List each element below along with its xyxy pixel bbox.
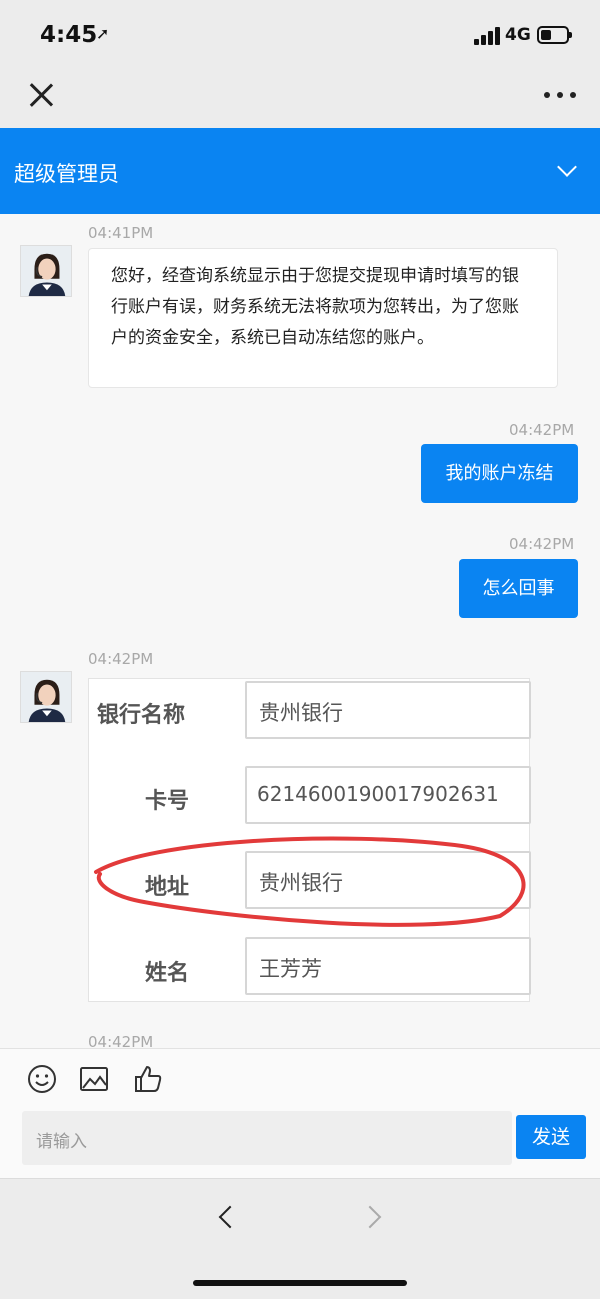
emoji-icon[interactable] bbox=[26, 1063, 58, 1095]
message-input[interactable]: 请输入 bbox=[22, 1111, 512, 1165]
message-text: 您好，经查询系统显示由于您提交提现申请时填写的银行账户有误，财务系统无法将款项为… bbox=[111, 266, 519, 348]
network-label: 4G bbox=[505, 25, 531, 45]
bank-name-field: 贵州银行 bbox=[245, 681, 531, 739]
message-list[interactable]: 04:41PM 您好，经查询系统显示由于您提交提现申请时填写的银行账户有误，财务… bbox=[0, 214, 600, 1048]
address-value: 贵州银行 bbox=[259, 871, 343, 895]
status-time: 4:45 bbox=[40, 22, 98, 48]
message-input-placeholder: 请输入 bbox=[36, 1132, 87, 1152]
status-bar: 4:45 ➚ 4G bbox=[0, 0, 600, 66]
message-bubble: 您好，经查询系统显示由于您提交提现申请时填写的银行账户有误，财务系统无法将款项为… bbox=[88, 248, 558, 388]
thumbs-up-icon[interactable] bbox=[132, 1063, 164, 1095]
name-value: 王芳芳 bbox=[259, 957, 322, 981]
message-timestamp: 04:42PM bbox=[88, 650, 154, 668]
bank-name-value: 贵州银行 bbox=[259, 701, 343, 725]
browser-toolbar bbox=[0, 1178, 600, 1299]
home-indicator bbox=[193, 1280, 407, 1286]
forward-icon[interactable] bbox=[358, 1205, 382, 1229]
avatar[interactable] bbox=[20, 245, 72, 297]
card-number-field: 6214600190017902631 bbox=[245, 766, 531, 824]
address-label: 地址 bbox=[145, 875, 190, 900]
composer: 请输入 发送 bbox=[0, 1048, 600, 1178]
message-timestamp: 04:42PM bbox=[88, 1033, 154, 1048]
message-timestamp: 04:41PM bbox=[88, 224, 154, 242]
location-arrow-icon: ➚ bbox=[96, 24, 110, 43]
back-icon[interactable] bbox=[218, 1205, 242, 1229]
message-bubble: 我的账户冻结 bbox=[421, 444, 578, 503]
card-number-value: 6214600190017902631 bbox=[257, 782, 499, 806]
bank-name-label: 银行名称 bbox=[97, 703, 186, 728]
more-icon[interactable] bbox=[544, 92, 576, 100]
name-field: 王芳芳 bbox=[245, 937, 531, 995]
chat-header: 超级管理员 bbox=[0, 128, 600, 214]
browser-nav-bar bbox=[0, 66, 600, 128]
battery-icon bbox=[537, 26, 572, 44]
message-timestamp: 04:42PM bbox=[509, 535, 575, 553]
send-button[interactable]: 发送 bbox=[516, 1115, 586, 1159]
message-bubble: 怎么回事 bbox=[459, 559, 578, 618]
battery-level bbox=[541, 30, 551, 40]
message-timestamp: 04:42PM bbox=[509, 421, 575, 439]
avatar[interactable] bbox=[20, 671, 72, 723]
signal-icon bbox=[474, 27, 500, 45]
bank-info-image[interactable]: 银行名称 贵州银行 卡号 6214600190017902631 地址 贵州银行… bbox=[88, 678, 531, 1002]
chat-title: 超级管理员 bbox=[14, 162, 119, 186]
name-label: 姓名 bbox=[145, 961, 190, 986]
image-icon[interactable] bbox=[78, 1063, 110, 1095]
close-icon[interactable] bbox=[28, 82, 54, 108]
card-number-label: 卡号 bbox=[145, 789, 190, 814]
address-field: 贵州银行 bbox=[245, 851, 531, 909]
